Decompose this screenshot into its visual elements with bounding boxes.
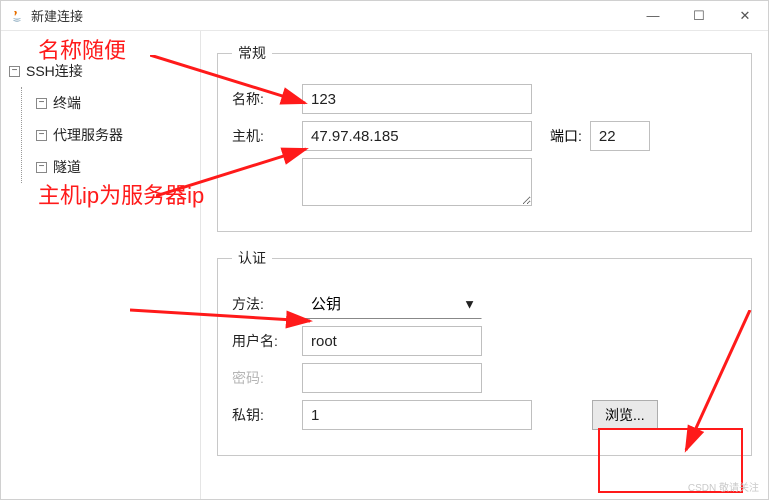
maximize-button[interactable]: ☐ xyxy=(676,1,722,31)
detail-input[interactable] xyxy=(302,158,532,206)
tree-root-ssh[interactable]: − SSH连接 xyxy=(9,55,196,87)
window-title: 新建连接 xyxy=(31,6,630,25)
tree-panel: − SSH连接 − 终端 − 代理服务器 − 隧道 xyxy=(1,31,201,499)
collapse-icon[interactable]: − xyxy=(36,162,47,173)
port-input[interactable] xyxy=(590,121,650,151)
content-panel: 常规 名称: 主机: 端口: 认证 方 xyxy=(201,31,768,499)
dialog-body: − SSH连接 − 终端 − 代理服务器 − 隧道 常规 xyxy=(1,31,768,499)
tree-node-label: 终端 xyxy=(53,93,81,113)
method-select[interactable]: 公钥 xyxy=(302,289,482,319)
close-button[interactable]: ✕ xyxy=(722,1,768,31)
group-auth: 认证 方法: 公钥 ▼ 用户名: 密码: xyxy=(217,248,752,456)
tree-node-terminal[interactable]: − 终端 xyxy=(36,87,196,119)
collapse-icon[interactable]: − xyxy=(36,98,47,109)
key-input[interactable] xyxy=(302,400,532,430)
group-auth-legend: 认证 xyxy=(232,248,272,268)
key-label: 私钥: xyxy=(232,405,302,425)
tree-node-label: 代理服务器 xyxy=(53,125,123,145)
tree-children: − 终端 − 代理服务器 − 隧道 xyxy=(21,87,196,183)
group-general-legend: 常规 xyxy=(232,43,272,63)
dialog-window: 新建连接 — ☐ ✕ − SSH连接 − 终端 − 代理服务器 xyxy=(0,0,769,500)
name-label: 名称: xyxy=(232,89,302,109)
tree-node-tunnel[interactable]: − 隧道 xyxy=(36,151,196,183)
window-buttons: — ☐ ✕ xyxy=(630,1,768,31)
tree-root-label: SSH连接 xyxy=(26,61,83,81)
minimize-button[interactable]: — xyxy=(630,1,676,31)
port-label: 端口: xyxy=(550,126,582,146)
java-icon xyxy=(9,8,25,24)
user-input[interactable] xyxy=(302,326,482,356)
host-label: 主机: xyxy=(232,126,302,146)
tree-node-label: 隧道 xyxy=(53,157,81,177)
host-input[interactable] xyxy=(302,121,532,151)
password-label: 密码: xyxy=(232,368,302,388)
tree-node-proxy[interactable]: − 代理服务器 xyxy=(36,119,196,151)
user-label: 用户名: xyxy=(232,331,302,351)
password-input xyxy=(302,363,482,393)
collapse-icon[interactable]: − xyxy=(9,66,20,77)
group-general: 常规 名称: 主机: 端口: xyxy=(217,43,752,232)
name-input[interactable] xyxy=(302,84,532,114)
titlebar: 新建连接 — ☐ ✕ xyxy=(1,1,768,31)
browse-button[interactable]: 浏览... xyxy=(592,400,658,430)
method-label: 方法: xyxy=(232,294,302,314)
collapse-icon[interactable]: − xyxy=(36,130,47,141)
